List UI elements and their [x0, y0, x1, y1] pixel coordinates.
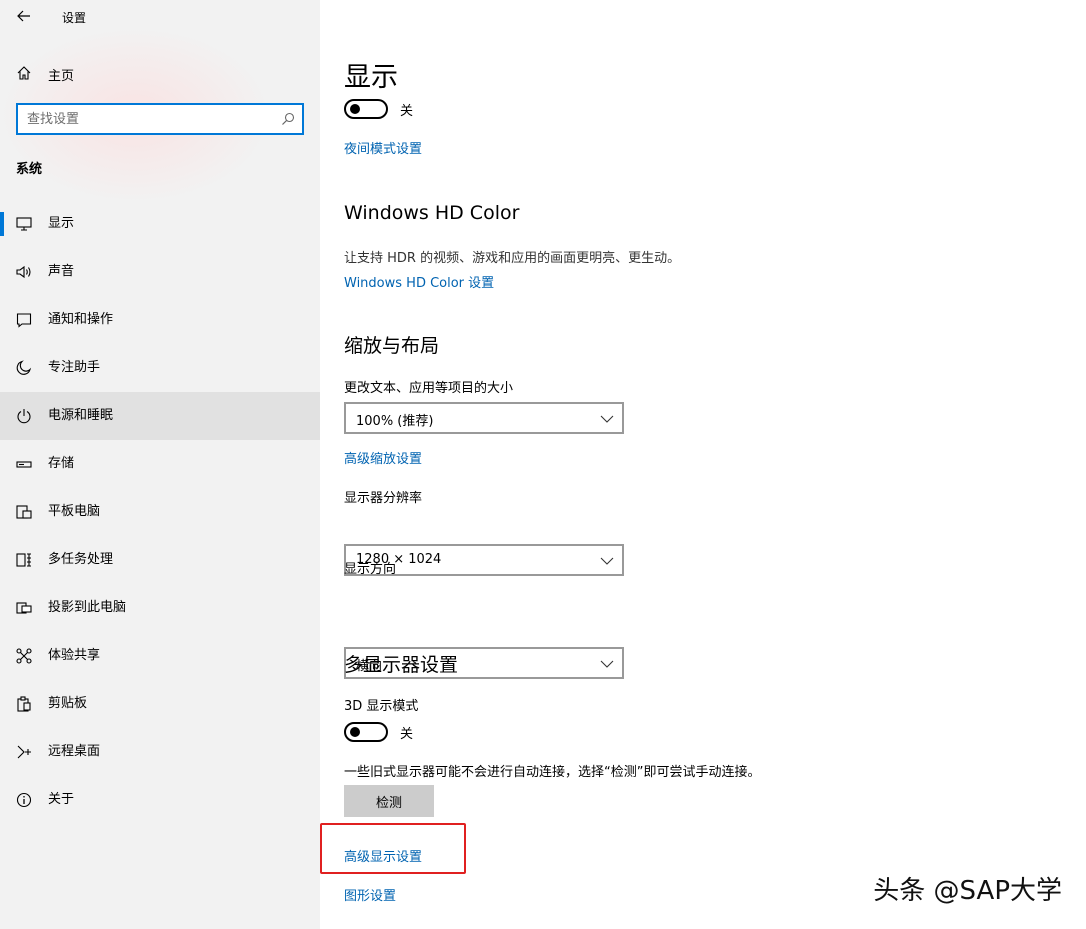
- scale-dropdown[interactable]: 100% (推荐): [344, 402, 624, 434]
- multitask-icon: [16, 553, 31, 567]
- sidebar: 设置 主页 系统 显示 声音: [0, 0, 320, 929]
- search-input[interactable]: [18, 106, 268, 132]
- project-icon: [16, 602, 32, 614]
- sidebar-item-remote-desktop[interactable]: 远程桌面: [0, 728, 320, 776]
- info-icon: [16, 792, 32, 808]
- sidebar-item-shared-experiences[interactable]: 体验共享: [0, 632, 320, 680]
- mode-3d-label: 3D 显示模式: [344, 699, 419, 714]
- graphics-settings-link[interactable]: 图形设置: [344, 885, 396, 904]
- sidebar-item-project-to-pc[interactable]: 投影到此电脑: [0, 584, 320, 632]
- sidebar-item-label: 显示: [48, 216, 75, 231]
- toggle-knob: [350, 727, 360, 737]
- sidebar-item-label: 剪贴板: [48, 696, 88, 711]
- hd-color-settings-link[interactable]: Windows HD Color 设置: [344, 272, 494, 291]
- main-content: 显示 关 夜间模式设置 Windows HD Color 让支持 HDR 的视频…: [320, 0, 1086, 929]
- watermark-text: 头条 @SAP大学: [873, 876, 1062, 906]
- night-light-toggle-state: 关: [400, 103, 414, 119]
- orientation-label: 显示方向: [344, 562, 397, 577]
- sidebar-item-label: 存储: [48, 456, 75, 471]
- sidebar-item-label: 专注助手: [48, 360, 101, 375]
- advanced-scaling-link[interactable]: 高级缩放设置: [344, 448, 422, 467]
- back-arrow-icon: [17, 10, 30, 22]
- sidebar-item-multitasking[interactable]: 多任务处理: [0, 536, 320, 584]
- search-field[interactable]: [16, 103, 304, 135]
- sidebar-item-focus-assist[interactable]: 专注助手: [0, 344, 320, 392]
- share-icon: [16, 648, 32, 664]
- moon-icon: [16, 360, 32, 375]
- sidebar-item-label: 关于: [48, 792, 75, 807]
- sidebar-item-tablet[interactable]: 平板电脑: [0, 488, 320, 536]
- sidebar-item-power-sleep[interactable]: 电源和睡眠: [0, 392, 320, 440]
- night-light-toggle-row: 关: [344, 99, 413, 119]
- sidebar-nav: 显示 声音 通知和操作 专注助手 电源和睡眠 存储 平板电脑 多任务处理 投影到…: [0, 200, 320, 824]
- sidebar-item-label: 通知和操作: [48, 312, 114, 327]
- toggle-knob: [350, 104, 360, 114]
- mode-3d-toggle-state: 关: [400, 726, 414, 742]
- sidebar-item-label: 远程桌面: [48, 744, 101, 759]
- page-title: 显示: [344, 62, 398, 93]
- mode-3d-toggle[interactable]: [344, 722, 388, 742]
- sidebar-item-label: 声音: [48, 264, 75, 279]
- search-icon: [282, 112, 295, 125]
- section-heading-system: 系统: [16, 162, 43, 177]
- detect-button[interactable]: 检测: [344, 785, 434, 817]
- selection-indicator: [0, 212, 4, 236]
- sidebar-item-label: 主页: [48, 69, 75, 84]
- notification-icon: [16, 313, 32, 328]
- sidebar-item-about[interactable]: 关于: [0, 776, 320, 824]
- chevron-down-icon: [600, 415, 614, 423]
- remote-desktop-icon: [17, 745, 31, 759]
- sidebar-item-sound[interactable]: 声音: [0, 248, 320, 296]
- home-icon: [17, 66, 31, 80]
- detect-hint-text: 一些旧式显示器可能不会进行自动连接，选择“检测”即可尝试手动连接。: [344, 765, 761, 780]
- sidebar-item-label: 投影到此电脑: [48, 600, 127, 615]
- clipboard-icon: [17, 696, 31, 712]
- scale-dropdown-value: 100% (推荐): [356, 414, 434, 429]
- scale-label: 更改文本、应用等项目的大小: [344, 381, 514, 396]
- monitor-icon: [16, 217, 32, 231]
- storage-icon: [16, 461, 32, 468]
- sidebar-item-label: 电源和睡眠: [48, 408, 114, 423]
- tablet-icon: [16, 505, 32, 519]
- sidebar-item-label: 体验共享: [48, 648, 101, 663]
- scale-layout-heading: 缩放与布局: [344, 335, 440, 357]
- window-title: 设置: [62, 11, 87, 25]
- chevron-down-icon: [600, 557, 614, 565]
- sidebar-item-label: 多任务处理: [48, 552, 114, 567]
- night-light-toggle[interactable]: [344, 99, 388, 119]
- sidebar-item-clipboard[interactable]: 剪贴板: [0, 680, 320, 728]
- sidebar-item-label: 平板电脑: [48, 504, 101, 519]
- back-button[interactable]: [10, 4, 38, 28]
- resolution-label: 显示器分辨率: [344, 491, 423, 506]
- title-bar: 设置: [0, 0, 320, 32]
- mode-3d-toggle-row: 关: [344, 722, 413, 742]
- sidebar-item-home[interactable]: 主页: [0, 57, 320, 89]
- sidebar-item-display[interactable]: 显示: [0, 200, 320, 248]
- power-icon: [17, 409, 31, 424]
- hd-color-heading: Windows HD Color: [344, 202, 520, 224]
- hd-color-description: 让支持 HDR 的视频、游戏和应用的画面更明亮、更生动。: [344, 251, 681, 266]
- multi-display-heading: 多显示器设置: [344, 654, 459, 676]
- night-light-settings-link[interactable]: 夜间模式设置: [344, 138, 422, 157]
- sidebar-item-notifications[interactable]: 通知和操作: [0, 296, 320, 344]
- chevron-down-icon: [600, 660, 614, 668]
- annotation-highlight-box: [320, 823, 466, 874]
- sidebar-item-storage[interactable]: 存储: [0, 440, 320, 488]
- speaker-icon: [16, 265, 31, 279]
